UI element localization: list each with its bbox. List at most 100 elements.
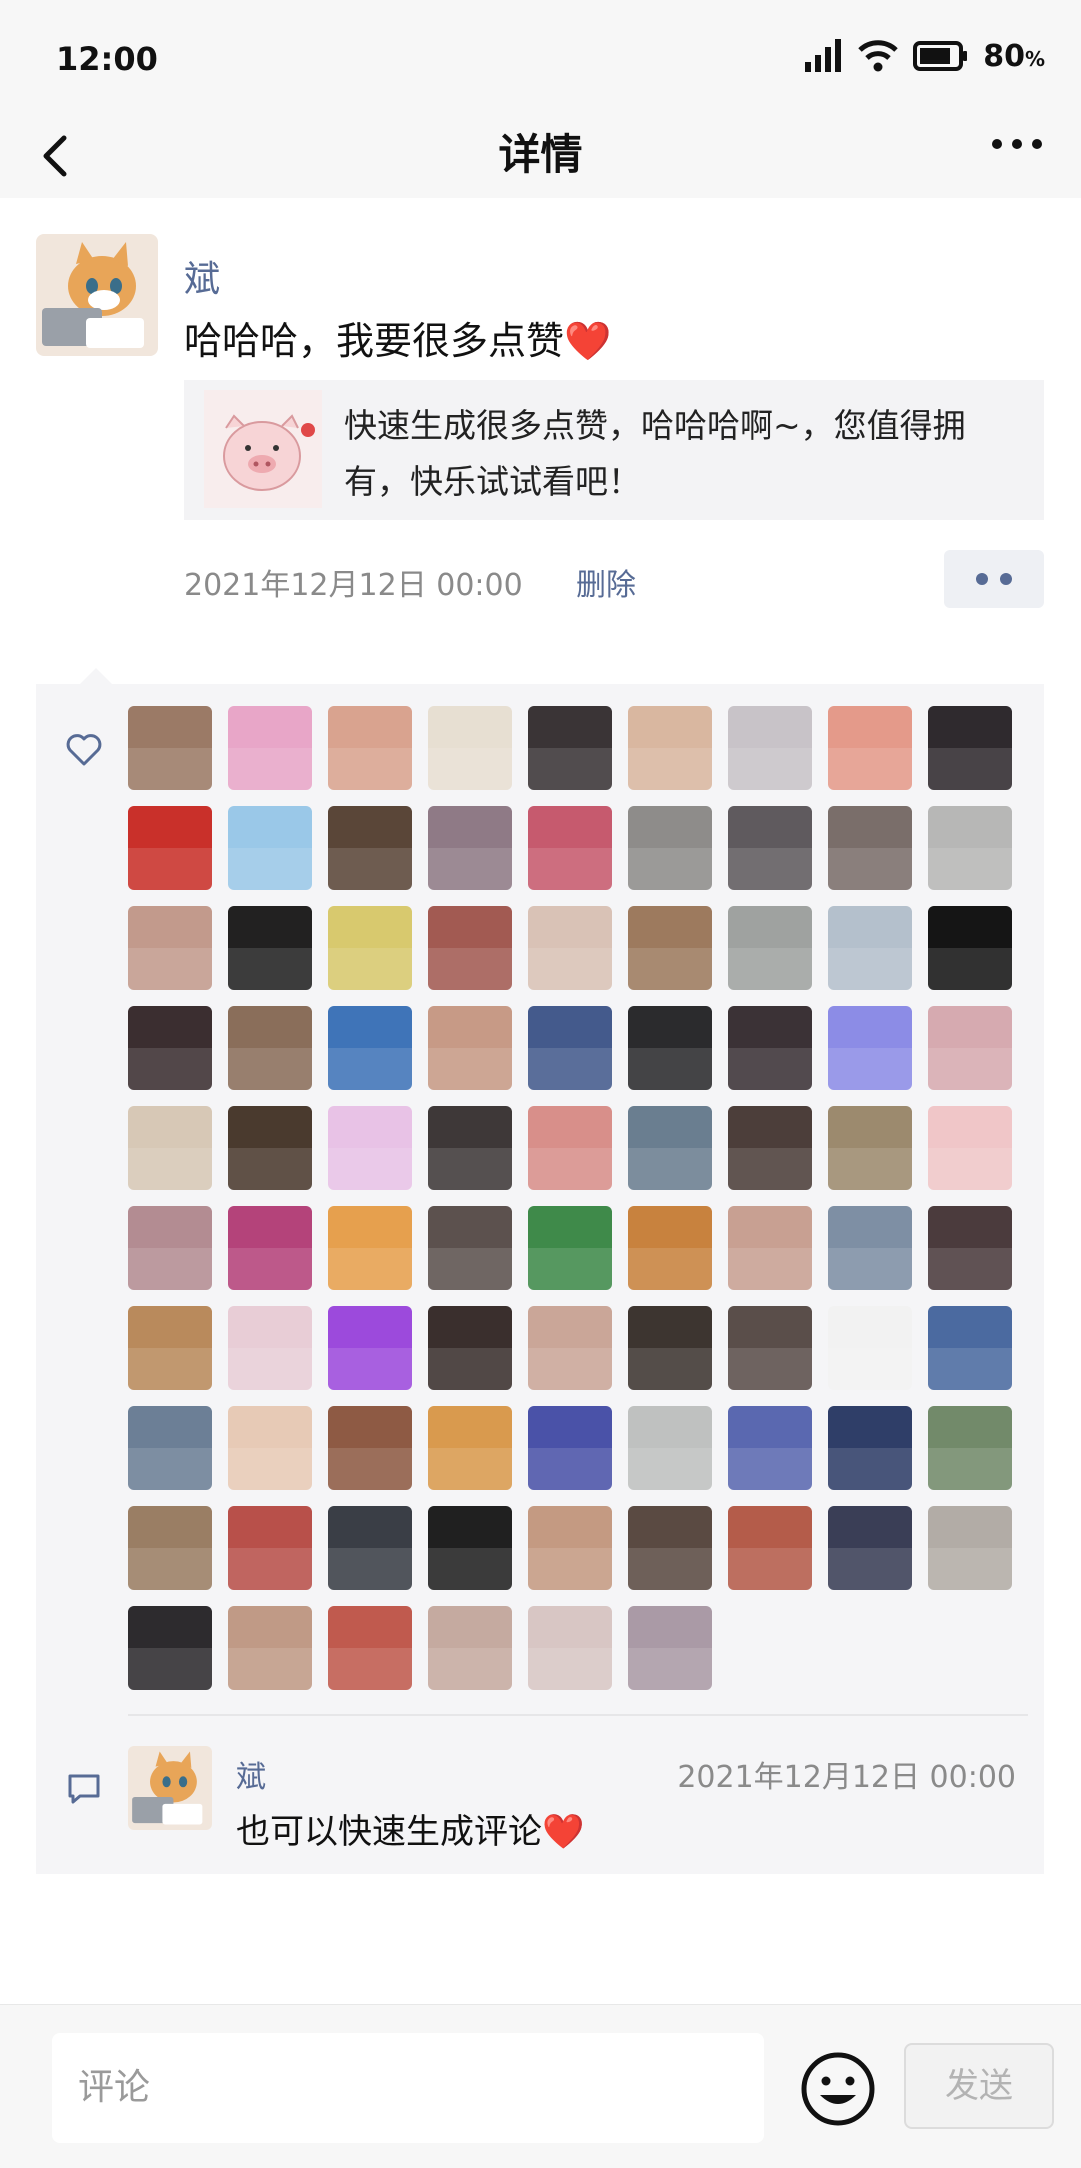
like-avatar[interactable]: [628, 706, 712, 790]
like-avatar[interactable]: [128, 706, 212, 790]
like-avatar[interactable]: [728, 706, 812, 790]
like-avatar[interactable]: [728, 1206, 812, 1290]
like-avatar[interactable]: [928, 806, 1012, 890]
like-avatar[interactable]: [828, 1406, 912, 1490]
like-avatar[interactable]: [628, 1206, 712, 1290]
comment-avatar[interactable]: [128, 1746, 212, 1830]
like-avatar[interactable]: [228, 1106, 312, 1190]
like-avatar[interactable]: [228, 1206, 312, 1290]
like-avatar[interactable]: [728, 1506, 812, 1590]
like-avatar[interactable]: [728, 1406, 812, 1490]
like-avatar[interactable]: [728, 1106, 812, 1190]
like-avatar[interactable]: [628, 1306, 712, 1390]
like-avatar[interactable]: [828, 1306, 912, 1390]
like-avatar[interactable]: [328, 1306, 412, 1390]
like-avatar[interactable]: [928, 706, 1012, 790]
like-avatar[interactable]: [528, 906, 612, 990]
like-avatar[interactable]: [428, 1106, 512, 1190]
like-avatar[interactable]: [328, 1506, 412, 1590]
like-avatar[interactable]: [728, 906, 812, 990]
like-avatar[interactable]: [528, 1006, 612, 1090]
like-avatar[interactable]: [328, 1406, 412, 1490]
like-avatar[interactable]: [428, 1506, 512, 1590]
like-avatar[interactable]: [228, 1006, 312, 1090]
like-avatar[interactable]: [628, 906, 712, 990]
post-author[interactable]: 斌: [184, 250, 220, 302]
like-avatar[interactable]: [528, 1206, 612, 1290]
like-avatar[interactable]: [228, 906, 312, 990]
like-avatar[interactable]: [528, 1106, 612, 1190]
like-avatar[interactable]: [428, 1606, 512, 1690]
link-card[interactable]: 快速生成很多点赞，哈哈哈啊~，您值得拥有，快乐试试看吧！: [184, 380, 1044, 520]
like-avatar[interactable]: [328, 1606, 412, 1690]
like-avatar[interactable]: [328, 706, 412, 790]
like-avatar[interactable]: [428, 1406, 512, 1490]
like-avatar[interactable]: [828, 706, 912, 790]
post-action-button[interactable]: [944, 550, 1044, 608]
delete-button[interactable]: 删除: [576, 560, 636, 604]
like-avatar[interactable]: [128, 906, 212, 990]
like-avatar[interactable]: [128, 1206, 212, 1290]
like-avatar[interactable]: [128, 1506, 212, 1590]
like-avatar[interactable]: [328, 1206, 412, 1290]
like-avatar[interactable]: [128, 1106, 212, 1190]
like-avatar[interactable]: [228, 1406, 312, 1490]
like-avatar[interactable]: [328, 1006, 412, 1090]
like-avatar[interactable]: [928, 906, 1012, 990]
like-avatar[interactable]: [528, 1506, 612, 1590]
comment-text[interactable]: 也可以快速生成评论❤️: [236, 1804, 584, 1853]
comment-author[interactable]: 斌: [236, 1752, 266, 1796]
like-avatar[interactable]: [828, 1106, 912, 1190]
like-avatar[interactable]: [828, 1206, 912, 1290]
like-avatar[interactable]: [128, 1606, 212, 1690]
like-avatar[interactable]: [528, 806, 612, 890]
like-avatar[interactable]: [428, 1306, 512, 1390]
send-button[interactable]: 发送: [904, 2043, 1054, 2129]
like-avatar[interactable]: [228, 806, 312, 890]
like-avatar[interactable]: [528, 1306, 612, 1390]
like-avatar[interactable]: [128, 1306, 212, 1390]
like-avatar[interactable]: [128, 1406, 212, 1490]
like-avatar[interactable]: [628, 806, 712, 890]
like-avatar[interactable]: [828, 1006, 912, 1090]
like-avatar[interactable]: [328, 906, 412, 990]
like-avatar[interactable]: [228, 1306, 312, 1390]
more-button[interactable]: [987, 122, 1047, 186]
like-avatar[interactable]: [328, 806, 412, 890]
like-avatar[interactable]: [828, 1506, 912, 1590]
like-avatar[interactable]: [228, 1606, 312, 1690]
like-avatar[interactable]: [528, 706, 612, 790]
like-avatar[interactable]: [928, 1406, 1012, 1490]
like-avatar[interactable]: [728, 1006, 812, 1090]
like-avatar[interactable]: [228, 1506, 312, 1590]
like-avatar[interactable]: [428, 806, 512, 890]
comment-input[interactable]: 评论: [52, 2033, 764, 2143]
like-avatar[interactable]: [928, 1206, 1012, 1290]
like-avatar[interactable]: [328, 1106, 412, 1190]
like-avatar[interactable]: [428, 1206, 512, 1290]
like-avatar[interactable]: [628, 1506, 712, 1590]
like-avatar[interactable]: [828, 806, 912, 890]
like-avatar[interactable]: [728, 806, 812, 890]
like-avatar[interactable]: [928, 1306, 1012, 1390]
like-avatar[interactable]: [628, 1606, 712, 1690]
like-avatar[interactable]: [928, 1106, 1012, 1190]
like-avatar[interactable]: [528, 1606, 612, 1690]
like-avatar[interactable]: [428, 706, 512, 790]
like-avatar[interactable]: [928, 1506, 1012, 1590]
link-card-text: 快速生成很多点赞，哈哈哈啊~，您值得拥有，快乐试试看吧！: [344, 406, 966, 501]
avatar[interactable]: [36, 234, 158, 356]
like-avatar[interactable]: [628, 1406, 712, 1490]
like-avatar[interactable]: [828, 906, 912, 990]
like-avatar[interactable]: [128, 1006, 212, 1090]
emoji-button[interactable]: [798, 2049, 878, 2129]
like-avatar[interactable]: [128, 806, 212, 890]
like-avatar[interactable]: [628, 1006, 712, 1090]
like-avatar[interactable]: [428, 1006, 512, 1090]
like-avatar[interactable]: [628, 1106, 712, 1190]
like-avatar[interactable]: [428, 906, 512, 990]
like-avatar[interactable]: [228, 706, 312, 790]
like-avatar[interactable]: [728, 1306, 812, 1390]
like-avatar[interactable]: [528, 1406, 612, 1490]
like-avatar[interactable]: [928, 1006, 1012, 1090]
